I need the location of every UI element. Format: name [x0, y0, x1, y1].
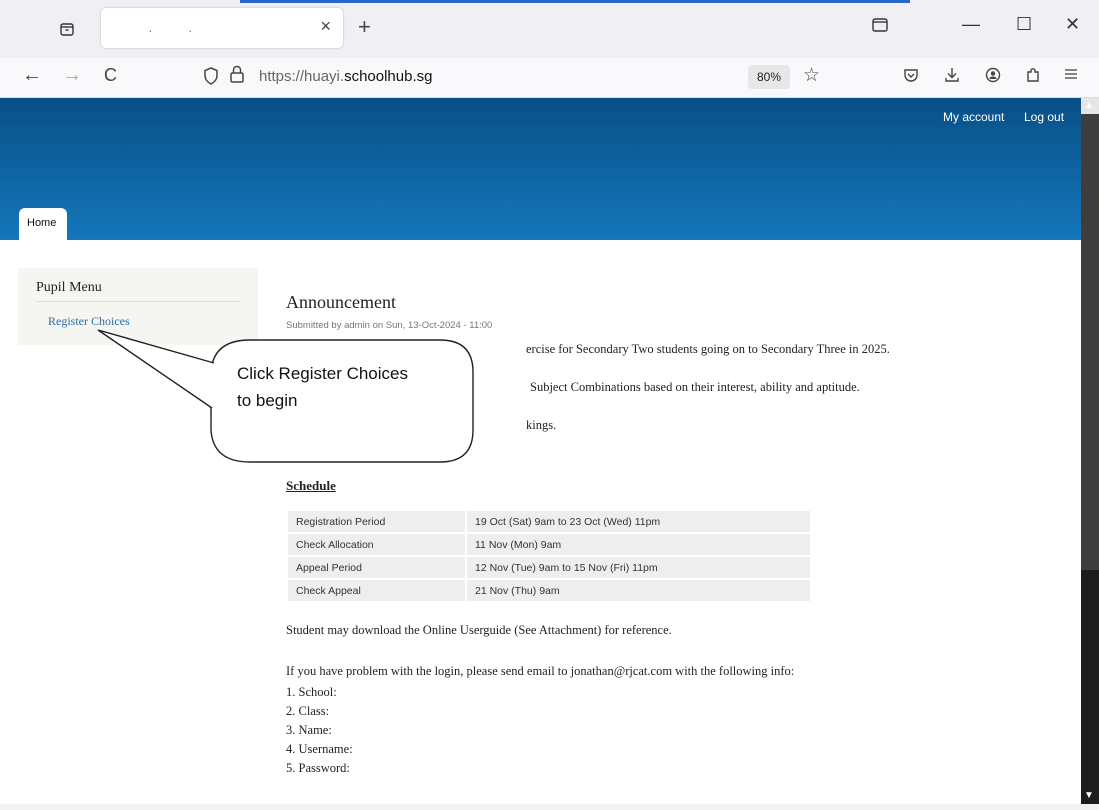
maximize-button[interactable]: ☐: [1016, 14, 1032, 35]
scrollbar-thumb[interactable]: [1081, 114, 1099, 570]
browser-nav-bar: ← → C https://huayi.schoolhub.sg 80% ☆: [0, 58, 1099, 98]
list-item: 2. Class:: [286, 704, 330, 718]
back-button[interactable]: ←: [22, 64, 42, 87]
scroll-up-icon[interactable]: ▲: [1084, 100, 1094, 111]
list-item: 1. School:: [286, 685, 337, 699]
schedule-table: Registration Period 19 Oct (Sat) 9am to …: [286, 509, 812, 603]
site-header: My account Log out Home: [0, 98, 1081, 240]
schedule-label: Registration Period: [288, 511, 465, 532]
download-icon[interactable]: [944, 67, 960, 88]
pocket-icon[interactable]: [903, 67, 919, 88]
url-bar[interactable]: https://huayi.schoolhub.sg 80% ☆: [195, 61, 835, 93]
reload-button[interactable]: C: [104, 65, 117, 86]
my-account-link[interactable]: My account: [943, 110, 1004, 124]
menu-icon[interactable]: [1064, 67, 1078, 86]
tab-title: . .: [145, 20, 192, 35]
callout-text: Click Register Choices to begin: [237, 360, 467, 414]
scrollbar-lower-track[interactable]: [1081, 570, 1099, 804]
star-icon[interactable]: ☆: [803, 64, 820, 87]
url-prefix: https://huayi.: [259, 68, 345, 85]
announcement-line-2: Subject Combinations based on their inte…: [530, 380, 860, 394]
submitted-info: Submitted by admin on Sun, 13-Oct-2024 -…: [286, 320, 493, 331]
schedule-label: Check Allocation: [288, 534, 465, 555]
url-domain: schoolhub.sg: [344, 68, 433, 85]
schedule-value: 19 Oct (Sat) 9am to 23 Oct (Wed) 11pm: [467, 511, 810, 532]
table-row: Appeal Period 12 Nov (Tue) 9am to 15 Nov…: [288, 557, 810, 578]
url-text[interactable]: https://huayi.schoolhub.sg: [259, 68, 432, 85]
log-out-link[interactable]: Log out: [1024, 110, 1064, 124]
schedule-label: Check Appeal: [288, 580, 465, 601]
download-note: Student may download the Online Userguid…: [286, 623, 672, 637]
sidebar-item-register-choices[interactable]: Register Choices: [48, 314, 130, 329]
list-item: 5. Password:: [286, 761, 350, 775]
pupil-menu-sidebar: Pupil Menu Register Choices: [18, 268, 258, 345]
scroll-down-icon[interactable]: ▼: [1084, 790, 1094, 801]
extensions-icon[interactable]: [1025, 67, 1041, 88]
forward-button[interactable]: →: [62, 64, 82, 87]
web-page: My account Log out Home Pupil Menu Regis…: [0, 98, 1081, 804]
new-tab-button[interactable]: +: [358, 16, 371, 38]
account-icon[interactable]: [985, 67, 1001, 88]
tab-close-icon[interactable]: ×: [320, 16, 331, 37]
list-item: 3. Name:: [286, 723, 332, 737]
tab-list-icon[interactable]: [56, 18, 78, 40]
callout-line-2: to begin: [237, 391, 298, 410]
shield-icon[interactable]: [203, 67, 219, 90]
minimize-button[interactable]: —: [962, 14, 980, 35]
problem-note: If you have problem with the login, plea…: [286, 664, 795, 678]
home-tab[interactable]: Home: [19, 208, 67, 240]
list-item: 4. Username:: [286, 742, 353, 756]
schedule-value: 12 Nov (Tue) 9am to 15 Nov (Fri) 11pm: [467, 557, 810, 578]
sidebar-divider: [36, 301, 241, 302]
announcement-line-3: kings.: [526, 418, 557, 432]
callout-line-1: Click Register Choices: [237, 364, 408, 383]
schedule-heading: Schedule: [286, 478, 336, 493]
schedule-value: 11 Nov (Mon) 9am: [467, 534, 810, 555]
picture-in-picture-icon[interactable]: [872, 16, 888, 37]
browser-tab[interactable]: . . ×: [101, 8, 343, 48]
announcement-title: Announcement: [286, 292, 396, 312]
close-window-button[interactable]: ✕: [1065, 14, 1080, 35]
schedule-value: 21 Nov (Thu) 9am: [467, 580, 810, 601]
sidebar-title: Pupil Menu: [36, 280, 102, 295]
table-row: Check Allocation 11 Nov (Mon) 9am: [288, 534, 810, 555]
table-row: Check Appeal 21 Nov (Thu) 9am: [288, 580, 810, 601]
bottom-strip: [0, 804, 1099, 810]
tab-highlight-line: [240, 0, 910, 3]
announcement-line-1: ercise for Secondary Two students going …: [526, 342, 890, 356]
table-row: Registration Period 19 Oct (Sat) 9am to …: [288, 511, 810, 532]
lock-icon[interactable]: [229, 65, 245, 88]
zoom-indicator[interactable]: 80%: [748, 65, 790, 89]
schedule-label: Appeal Period: [288, 557, 465, 578]
browser-tab-bar: . . × + — ☐ ✕: [0, 0, 1099, 58]
